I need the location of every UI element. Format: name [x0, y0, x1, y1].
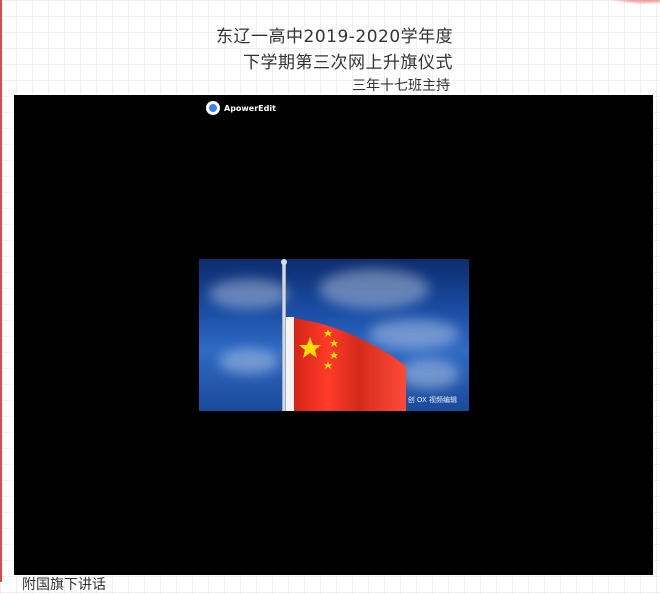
left-accent-border — [0, 0, 2, 582]
national-flag-icon — [286, 317, 406, 411]
corner-decoration — [600, 0, 660, 4]
article-title-line2: 下学期第三次网上升旗仪式 — [243, 53, 453, 73]
flagpole-finial — [281, 259, 287, 265]
apoweredit-logo-icon — [206, 101, 220, 115]
video-brand-mark: 创 OX 视频编辑 — [407, 396, 457, 404]
video-player[interactable]: ApowerEdit 创 OX 视频编辑 — [14, 95, 653, 575]
video-frame-flag-scene[interactable]: 创 OX 视频编辑 — [199, 259, 469, 411]
speech-caption: 附国旗下讲话 — [22, 577, 106, 593]
article-title-line1: 东辽一高中2019-2020学年度 — [216, 27, 454, 47]
watermark-text: ApowerEdit — [224, 103, 276, 113]
apoweredit-watermark: ApowerEdit — [206, 101, 276, 115]
host-subtitle: 三年十七班主持 — [352, 78, 450, 94]
